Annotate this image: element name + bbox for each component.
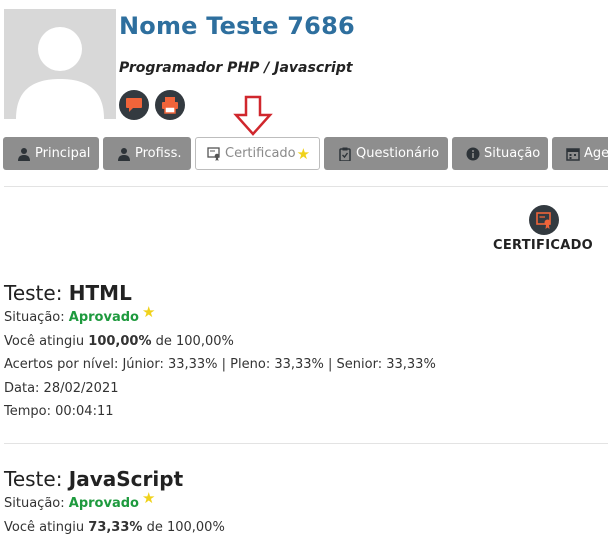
test-name: HTML [68, 281, 132, 305]
tab-questionario[interactable]: Questionário [324, 137, 448, 170]
test-prefix: Teste: [4, 281, 63, 305]
test-levels: Acertos por nível: Júnior: 33,33% | Plen… [4, 357, 436, 372]
clipboard-icon [339, 147, 351, 161]
tab-certificado[interactable]: Certificado ★ [195, 137, 320, 170]
certificate-label: CERTIFICADO [493, 238, 594, 253]
avatar [4, 9, 116, 119]
chat-button[interactable] [119, 90, 149, 120]
calendar-icon [566, 147, 580, 161]
test-prefix: Teste: [4, 467, 63, 491]
profile-role: Programador PHP / Javascript [119, 60, 353, 76]
tab-principal[interactable]: Principal [3, 137, 99, 170]
print-button[interactable] [155, 90, 185, 120]
test-time: Tempo: 00:04:11 [4, 404, 114, 419]
test-status: Situação: Aprovado ★ [4, 303, 156, 325]
status-badge: Aprovado [68, 310, 139, 325]
tab-label: Situação [484, 146, 541, 161]
tab-label: Certificado [225, 146, 296, 161]
star-icon: ★ [141, 303, 156, 321]
star-icon: ★ [141, 489, 156, 507]
divider [4, 186, 608, 187]
tab-agenda[interactable]: Age [552, 137, 608, 170]
certificate-icon [207, 146, 220, 161]
status-badge: Aprovado [68, 496, 139, 511]
test-title: Teste: JavaScript [4, 467, 225, 491]
user-icon [18, 147, 30, 161]
tab-label: Questionário [356, 146, 440, 161]
test-score: Você atingiu 73,33% de 100,00% [4, 519, 225, 535]
tab-label: Age [584, 146, 608, 161]
star-icon: ★ [296, 144, 311, 163]
printer-icon [162, 97, 178, 114]
test-status: Situação: Aprovado ★ [4, 489, 156, 511]
test-title: Teste: HTML [4, 281, 436, 305]
down-arrow-icon [233, 95, 273, 136]
user-icon [118, 147, 130, 161]
certificate-button[interactable] [529, 205, 559, 235]
certificate-icon [536, 212, 551, 229]
tab-bar: Principal Profiss. Certificado ★ Questio… [0, 137, 608, 171]
divider [4, 443, 608, 444]
chat-icon [126, 98, 142, 112]
test-name: JavaScript [68, 467, 184, 491]
tab-label: Profiss. [135, 146, 182, 161]
score-value: 73,33% [88, 519, 143, 535]
tab-situacao[interactable]: Situação [452, 137, 548, 170]
test-result-javascript: Teste: JavaScript Situação: Aprovado ★ Vo… [4, 467, 225, 539]
score-value: 100,00% [88, 333, 152, 349]
tab-profissional[interactable]: Profiss. [103, 137, 191, 170]
user-silhouette-icon [16, 27, 104, 119]
profile-name: Nome Teste 7686 [119, 12, 355, 40]
info-icon [466, 147, 480, 160]
test-date: Data: 28/02/2021 [4, 380, 119, 396]
test-result-html: Teste: HTML Situação: Aprovado ★ Você ati… [4, 281, 436, 424]
tab-label: Principal [35, 146, 91, 161]
test-score: Você atingiu 100,00% de 100,00% [4, 333, 234, 349]
